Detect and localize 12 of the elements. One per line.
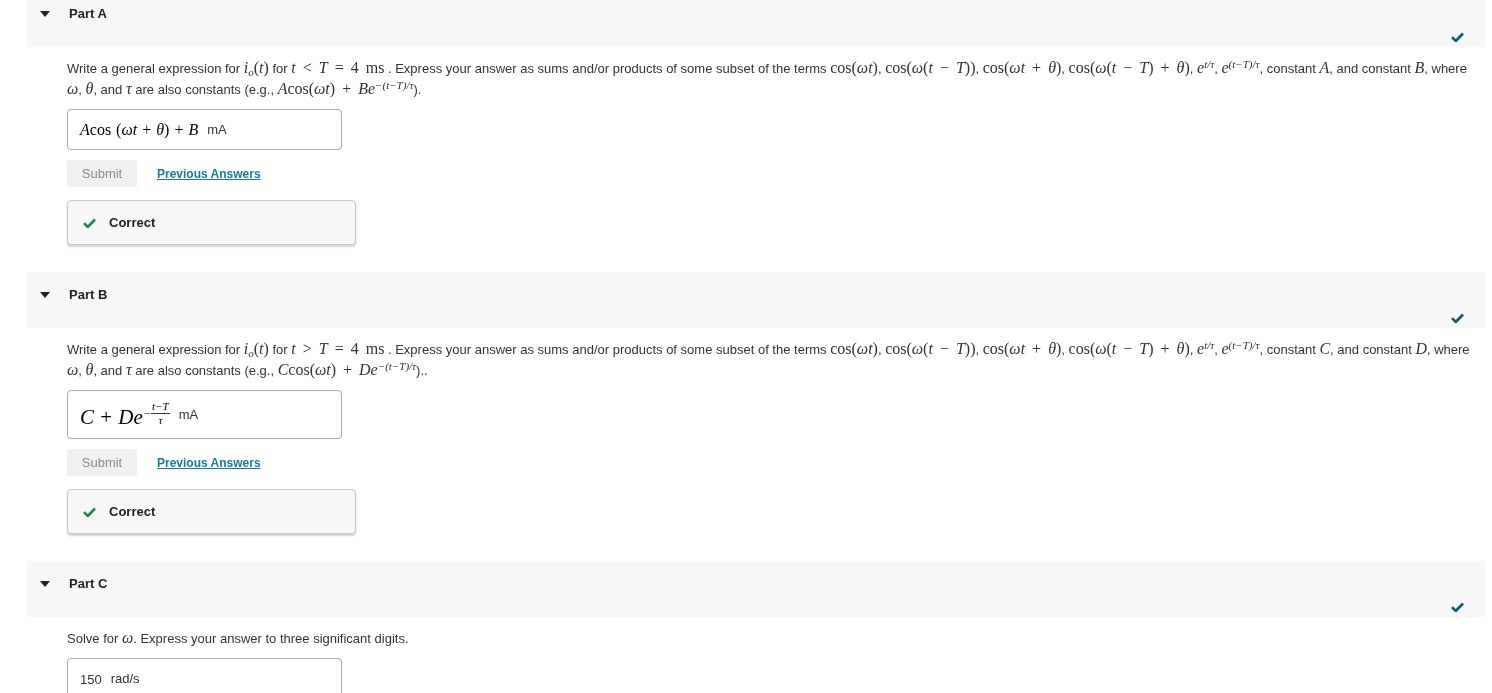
answer-field[interactable]: 150 rad/s [67,658,342,693]
question-text: Write a general expression for i$_{o}$(t) for t < T = 4 ms . Express your answer as sums and/or products of some subset of the terms cos(ωt), cos(ω(t − T)), cos(ωt + θ), cos(ω(t − T) + θ), e$^{t/τ}$, e$^{(t−T)/τ}$, constant A, and constant B, where ω, θ, and τ are also constants (e.g., Acos(ωt) + Be$^{−(t−T)/τ}$). [67,58,1468,100]
part-header[interactable]: Part B [27,272,1485,328]
feedback-text: Correct [109,213,156,232]
part-header[interactable]: Part C [27,561,1485,617]
feedback-text: Correct [109,502,156,521]
answer-field[interactable]: Acos (ωt + θ) + B mA [67,109,342,150]
question-text: Write a general expression for i$_{o}$(t) for t > T = 4 ms . Express your answer as sums and/or products of some subset of the terms cos(ωt), cos(ω(t − T)), cos(ωt + θ), cos(ω(t − T) + θ), e$^{t/τ}$, e$^{(t−T)/τ}$, constant C, and constant D, where ω, θ, and τ are also constants (e.g., Ccos(ωt) + De$^{−(t−T)/τ}$).. [67,339,1471,381]
part-header[interactable]: Part A [27,0,1485,47]
previous-answers-link[interactable]: Previous Answers [157,453,261,472]
previous-answers-link[interactable]: Previous Answers [157,164,261,183]
question-text: Solve for ω. Express your answer to three significant digits. [67,628,410,648]
